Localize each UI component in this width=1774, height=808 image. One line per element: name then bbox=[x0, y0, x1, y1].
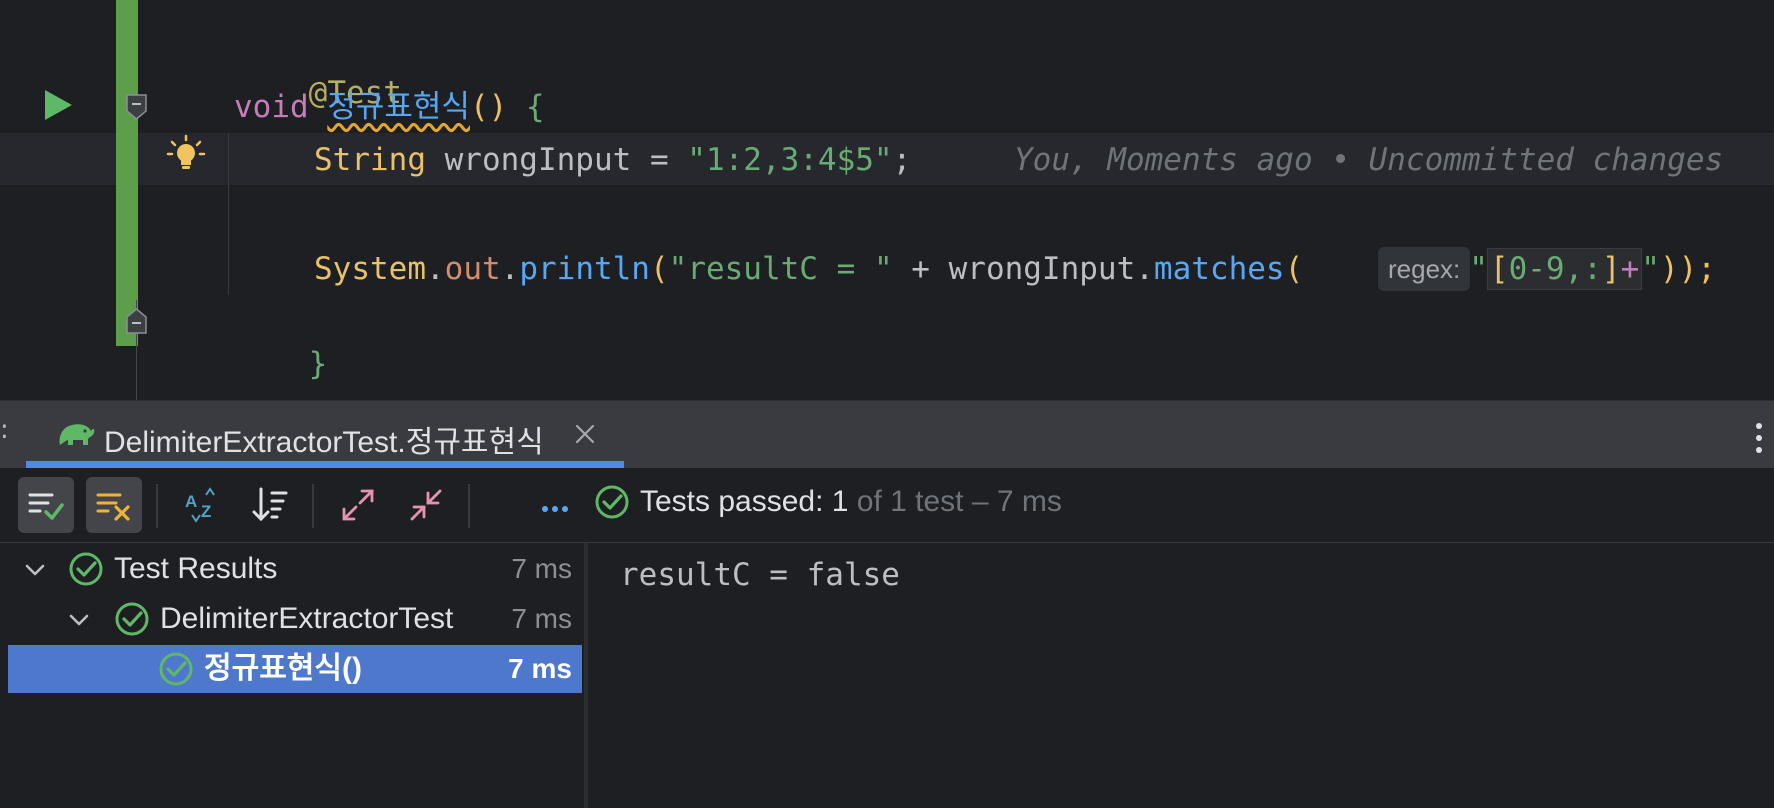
show-passed-button[interactable] bbox=[18, 477, 74, 533]
show-ignored-button[interactable] bbox=[86, 477, 142, 533]
tree-row-duration: 7 ms bbox=[508, 653, 572, 684]
close-icon[interactable] bbox=[572, 421, 598, 447]
variable-token: wrongInput = bbox=[425, 142, 688, 178]
close-paren-token: )); bbox=[1659, 251, 1716, 287]
code-line-println[interactable]: System.out.println("resultC = " + wrongI… bbox=[314, 248, 1716, 290]
tree-row-label: DelimiterExtractorTest bbox=[160, 602, 454, 635]
toolbar-separator bbox=[156, 484, 158, 528]
parameter-name-hint: regex: bbox=[1378, 247, 1471, 291]
code-line-closing-brace[interactable]: } bbox=[234, 304, 328, 400]
collapse-all-button[interactable] bbox=[398, 477, 454, 533]
tool-window-title-stub: : bbox=[0, 415, 9, 445]
regex-literal: [0-9,:]+ bbox=[1486, 248, 1643, 290]
svg-text:Z: Z bbox=[201, 502, 211, 521]
ellipsis-icon bbox=[542, 506, 568, 512]
test-status-summary: Tests passed: 1 of 1 test – 7 ms bbox=[640, 484, 1062, 520]
svg-text:A: A bbox=[185, 492, 197, 511]
more-options-icon[interactable] bbox=[1752, 421, 1766, 455]
method-name-token: 정규표현식 bbox=[327, 89, 470, 125]
expand-all-icon bbox=[342, 489, 374, 521]
collapse-all-icon bbox=[410, 489, 442, 521]
regex-chars-token: ,: bbox=[1564, 251, 1602, 287]
type-token: String bbox=[314, 142, 426, 178]
lightbulb-icon[interactable] bbox=[166, 134, 206, 174]
inline-blame-annotation[interactable]: You, Moments ago • Uncommitted changes bbox=[1014, 140, 1723, 180]
quote-token: " bbox=[1641, 251, 1660, 287]
regex-quantifier-token: + bbox=[1620, 251, 1640, 287]
paren-token: ( bbox=[1284, 251, 1304, 287]
show-passed-icon bbox=[28, 493, 64, 520]
console-output-line: resultC = false bbox=[620, 557, 900, 593]
brace-token: { bbox=[507, 89, 545, 125]
semicolon-token: ; bbox=[892, 142, 912, 178]
regex-range-token: 0-9 bbox=[1508, 251, 1565, 287]
code-editor[interactable]: @Test void 정규표현식() { String wrongInput =… bbox=[0, 0, 1774, 400]
tree-row-label: Test Results bbox=[114, 552, 278, 585]
code-line-method-signature[interactable]: void 정규표현식() { bbox=[234, 87, 545, 127]
test-passed-icon bbox=[115, 602, 149, 636]
sort-duration-icon bbox=[252, 487, 288, 522]
class-token: System bbox=[314, 251, 426, 287]
tests-passed-count: Tests passed: 1 bbox=[640, 485, 849, 518]
test-results-tree[interactable]: Test Results 7 ms DelimiterExtractorTest… bbox=[0, 543, 584, 808]
concat-token: + wrongInput. bbox=[892, 251, 1154, 287]
run-test-gutter-icon[interactable] bbox=[42, 88, 74, 122]
fold-icon[interactable] bbox=[124, 93, 149, 121]
test-passed-icon bbox=[69, 552, 103, 586]
tree-row-duration: 7 ms bbox=[511, 603, 572, 634]
tests-passed-icon bbox=[595, 485, 629, 519]
dot-token: . bbox=[425, 251, 445, 287]
run-tab-label: DelimiterExtractorTest.정규표현식 bbox=[104, 426, 544, 459]
sort-alpha-icon: A Z bbox=[185, 487, 215, 523]
run-tab[interactable]: DelimiterExtractorTest.정규표현식 bbox=[26, 401, 624, 469]
dot-token: . bbox=[500, 251, 520, 287]
regex-bracket-token: [ bbox=[1489, 251, 1509, 287]
brace-token: } bbox=[308, 346, 328, 382]
gradle-elephant-icon bbox=[59, 424, 95, 445]
expand-all-button[interactable] bbox=[330, 477, 386, 533]
run-tool-window-header: : DelimiterExtractorTest.정규표현식 bbox=[0, 400, 1774, 469]
tree-row-duration: 7 ms bbox=[511, 553, 572, 584]
toolbar-separator bbox=[468, 484, 470, 528]
keyword-token: void bbox=[234, 89, 309, 125]
paren-token: ( bbox=[649, 251, 669, 287]
string-literal-token: "resultC = " bbox=[668, 251, 893, 287]
chevron-down-icon[interactable] bbox=[22, 557, 48, 583]
method-call-token: println bbox=[519, 251, 650, 287]
fold-end-icon[interactable] bbox=[124, 307, 149, 335]
code-line-declaration[interactable]: String wrongInput = "1:2,3:4$5"; bbox=[314, 140, 911, 180]
indent-guide bbox=[228, 133, 229, 295]
tests-total-duration: of 1 test – 7 ms bbox=[848, 485, 1062, 518]
quote-token: " bbox=[1469, 251, 1488, 287]
chevron-down-icon[interactable] bbox=[66, 607, 92, 633]
console-output[interactable]: resultC = false bbox=[588, 543, 1774, 808]
sort-alphabetically-button[interactable]: A Z bbox=[174, 477, 230, 533]
vcs-change-marker[interactable] bbox=[116, 0, 138, 346]
string-literal-token: "1:2,3:4$5" bbox=[687, 142, 893, 178]
regex-bracket-token: ] bbox=[1601, 251, 1621, 287]
tree-row-label: 정규표현식() bbox=[204, 652, 362, 685]
test-passed-icon bbox=[159, 652, 193, 686]
field-token: out bbox=[444, 251, 501, 287]
method-call-token: matches bbox=[1153, 251, 1285, 287]
show-ignored-icon bbox=[96, 493, 130, 521]
paren-token: () bbox=[469, 89, 508, 125]
toolbar-separator bbox=[312, 484, 314, 528]
sort-by-duration-button[interactable] bbox=[242, 477, 298, 533]
tree-row-test-method[interactable]: 정규표현식() 7 ms bbox=[8, 645, 582, 693]
more-actions-button[interactable] bbox=[528, 477, 584, 533]
tree-row-test-class[interactable]: DelimiterExtractorTest 7 ms bbox=[8, 595, 582, 643]
tree-row-test-results[interactable]: Test Results 7 ms bbox=[8, 545, 582, 593]
